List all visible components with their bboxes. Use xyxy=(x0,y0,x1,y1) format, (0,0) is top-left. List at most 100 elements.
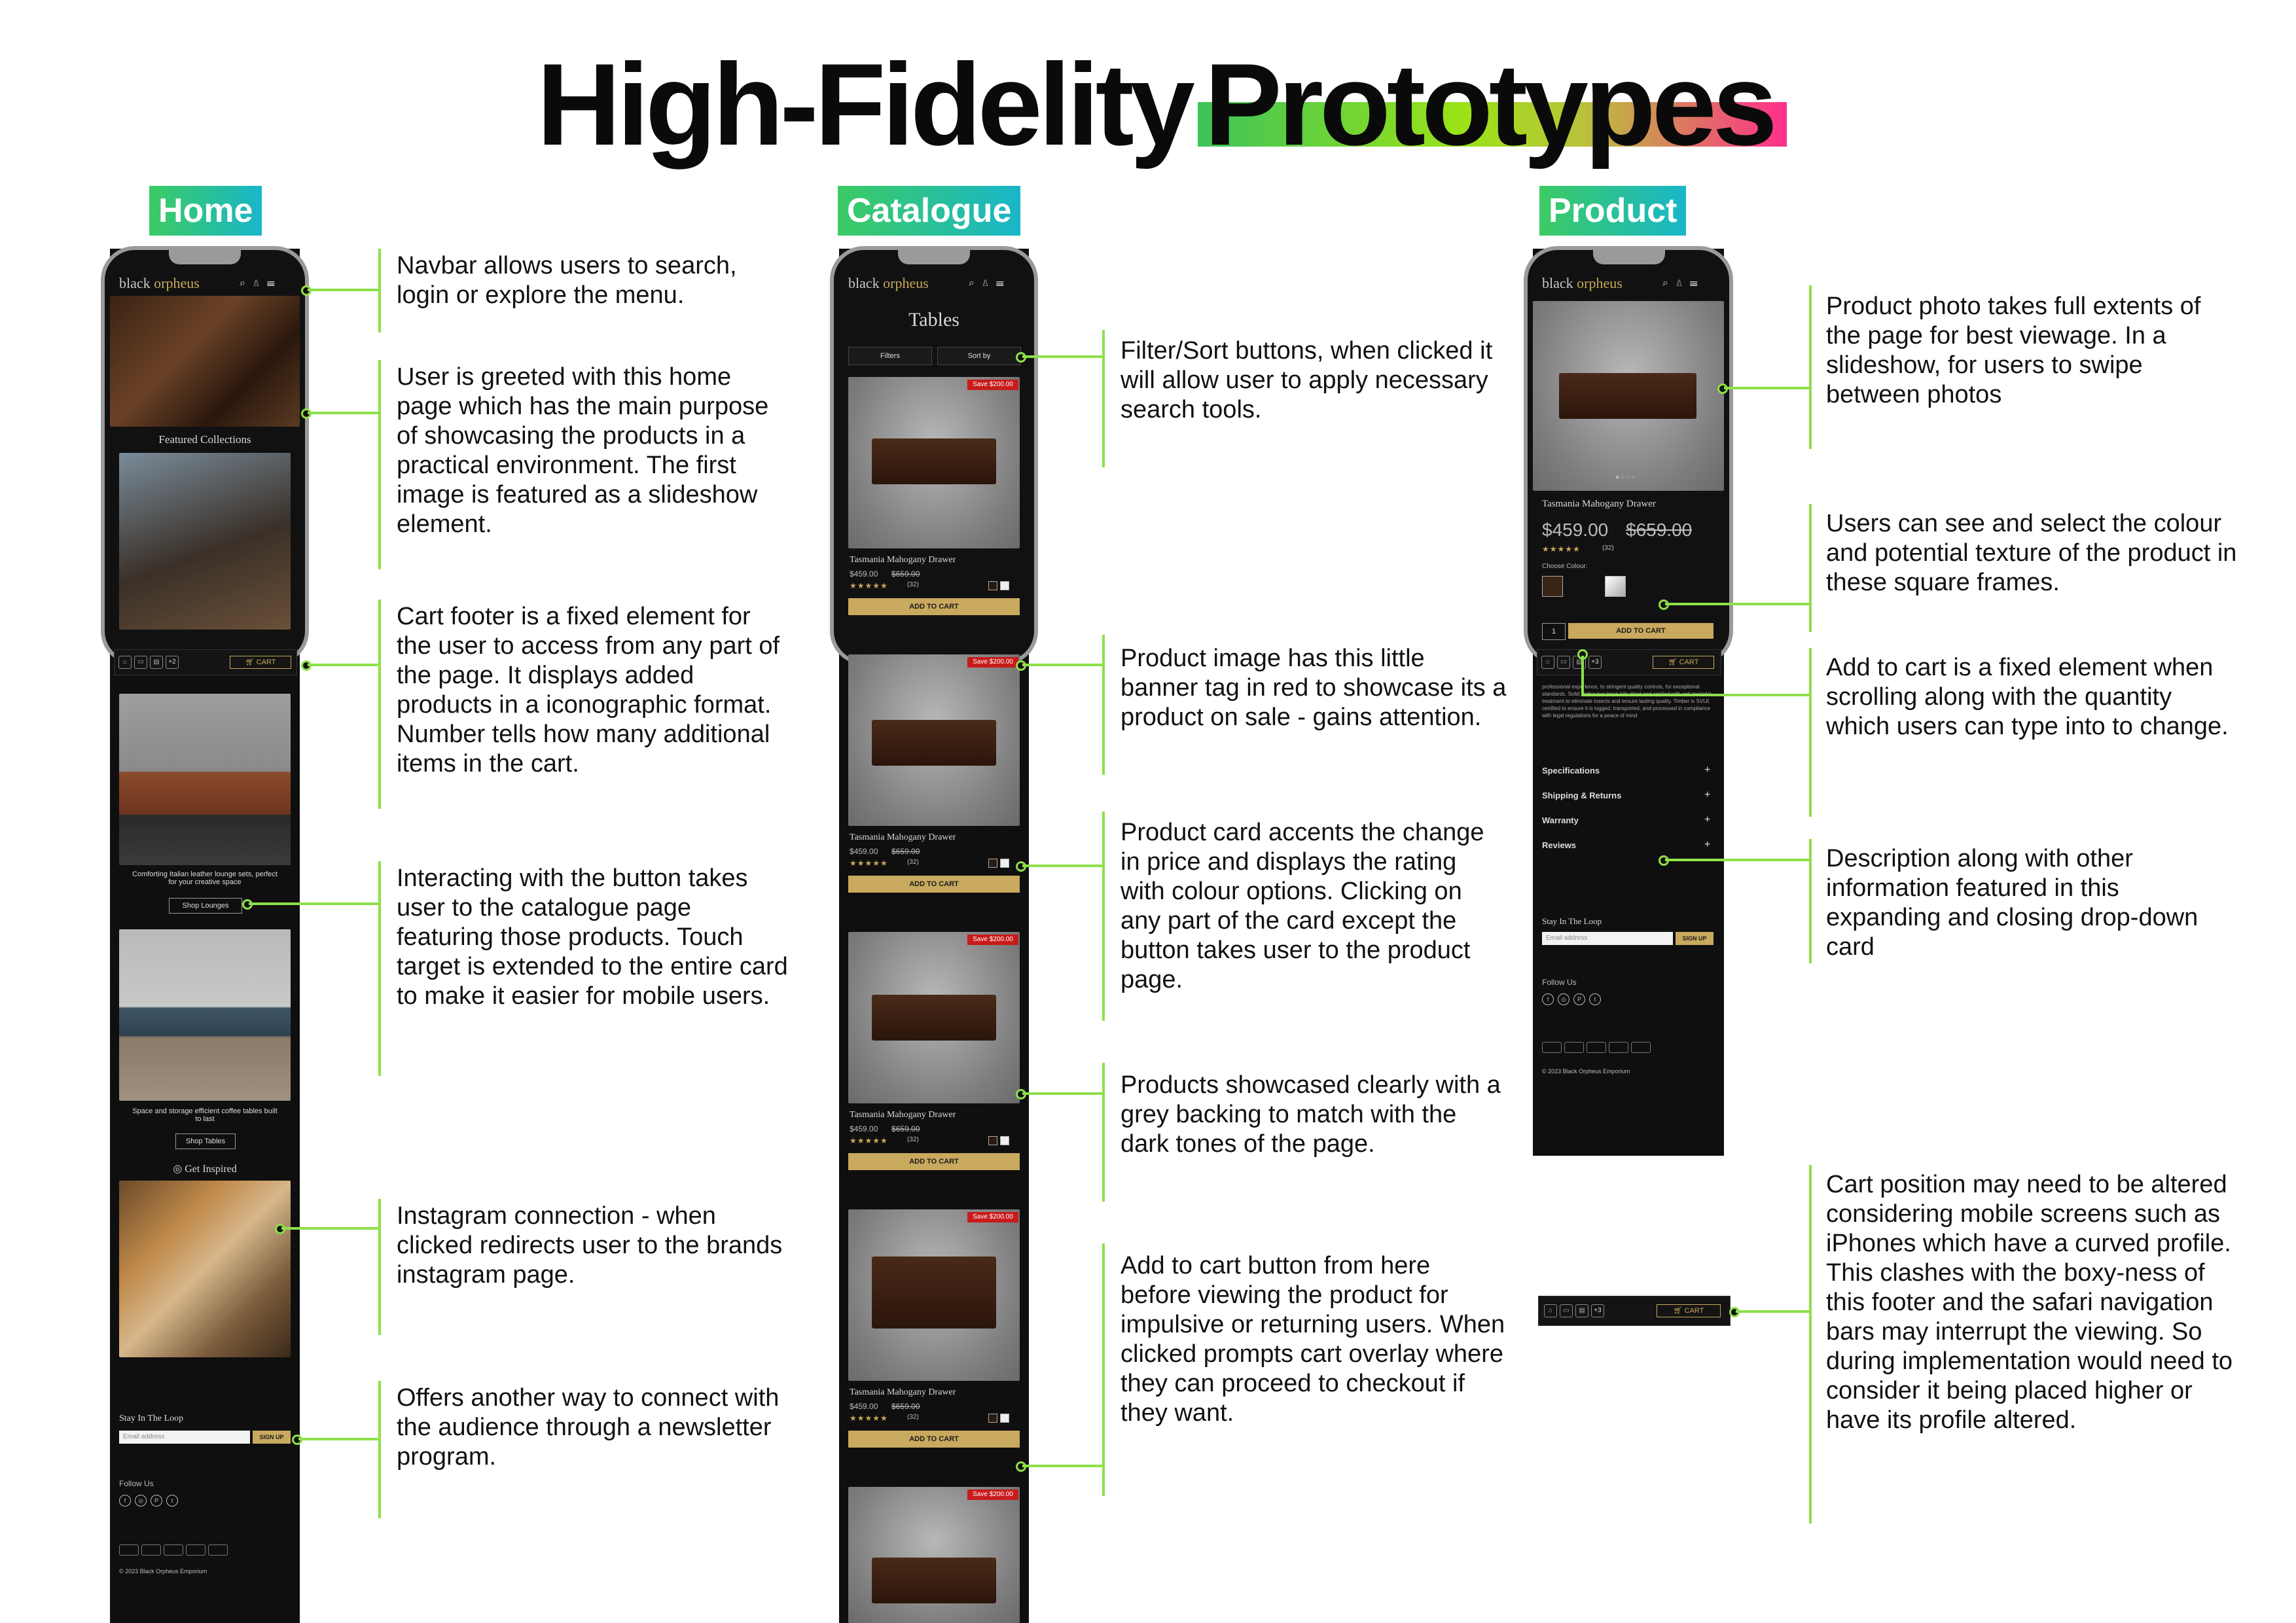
plus-icon[interactable]: + xyxy=(1704,839,1710,851)
add-to-cart-button[interactable]: ADD TO CART xyxy=(848,876,1020,893)
copyright: © 2023 Black Orpheus Emporium xyxy=(119,1568,207,1575)
plus-icon[interactable]: + xyxy=(1704,814,1710,826)
annotation-line xyxy=(308,289,380,291)
pinterest-icon[interactable]: P xyxy=(151,1495,162,1507)
add-to-cart-button[interactable]: ADD TO CART xyxy=(848,598,1020,615)
lounge-image[interactable] xyxy=(119,694,291,865)
twitter-icon[interactable]: t xyxy=(166,1495,178,1507)
annotation-line xyxy=(1022,664,1103,666)
twitter-icon[interactable]: t xyxy=(1589,993,1601,1005)
accordion-shipping[interactable]: Shipping & Returns xyxy=(1542,791,1621,800)
plus-icon[interactable]: + xyxy=(1704,789,1710,801)
product-photo xyxy=(872,438,996,484)
cart-button[interactable]: 🛒︎ CART xyxy=(1653,656,1714,669)
facebook-icon[interactable]: f xyxy=(1542,993,1554,1005)
product-price: $459.00 xyxy=(850,1402,878,1411)
annotation-line xyxy=(298,1438,380,1440)
plus-icon[interactable]: + xyxy=(1704,764,1710,776)
colour-swatch[interactable] xyxy=(988,1136,997,1145)
instagram-icon[interactable]: ◎ xyxy=(135,1495,147,1507)
cart-footer[interactable]: ⌂ ▭ ▤ +2 🛒︎ CART xyxy=(114,649,297,675)
accordion-warranty[interactable]: Warranty xyxy=(1542,815,1579,825)
cart-item-icon: ▤ xyxy=(150,656,163,669)
cart-button[interactable]: 🛒︎ CART xyxy=(1657,1304,1721,1317)
product-name[interactable]: Tasmania Mahogany Drawer xyxy=(850,832,956,843)
annotation-line xyxy=(1022,355,1103,358)
signup-button[interactable]: SIGN UP xyxy=(253,1431,291,1444)
add-to-cart-button[interactable]: ADD TO CART xyxy=(1568,623,1713,639)
navbar-icons: ⌕♙☰ xyxy=(1662,277,1704,289)
add-to-cart-button[interactable]: ADD TO CART xyxy=(848,1431,1020,1448)
brand-logo[interactable]: black orpheus xyxy=(1542,275,1623,292)
newsletter-email-input[interactable]: Email address xyxy=(1542,932,1673,945)
colour-swatch[interactable] xyxy=(988,1414,997,1423)
page-title: High-Fidelity Prototypes xyxy=(0,39,2296,170)
colour-swatch-dark[interactable] xyxy=(1542,576,1563,597)
navbar-icons: ⌕♙☰ xyxy=(969,277,1011,289)
search-icon[interactable]: ⌕ xyxy=(1662,277,1675,289)
brand-logo[interactable]: black orpheus xyxy=(848,275,929,292)
user-icon[interactable]: ♙ xyxy=(1675,277,1690,289)
shop-tables-button[interactable]: Shop Tables xyxy=(175,1133,236,1149)
product-name[interactable]: Tasmania Mahogany Drawer xyxy=(850,555,956,565)
user-icon[interactable]: ♙ xyxy=(981,277,996,289)
menu-icon[interactable]: ☰ xyxy=(996,277,1011,289)
annotation-bracket xyxy=(1809,648,1812,817)
catalogue-heading: Tables xyxy=(908,309,960,330)
applepay-icon xyxy=(1609,1042,1628,1053)
rating-stars: ★★★★★ xyxy=(850,859,888,868)
cart-item-icon: ▭ xyxy=(1557,656,1570,669)
accordion-reviews[interactable]: Reviews xyxy=(1542,840,1576,850)
instagram-grid[interactable] xyxy=(119,1181,291,1357)
annotation-line xyxy=(1724,387,1810,389)
product-name[interactable]: Tasmania Mahogany Drawer xyxy=(850,1110,956,1120)
filters-button[interactable]: Filters xyxy=(848,347,932,365)
colour-swatch[interactable] xyxy=(988,581,997,590)
quantity-input[interactable]: 1 xyxy=(1542,623,1566,640)
mastercard-icon xyxy=(1564,1042,1584,1053)
brand-logo[interactable]: black orpheus xyxy=(119,275,200,292)
hero-slideshow-image[interactable] xyxy=(110,296,300,427)
newsletter-email-input[interactable]: Email address xyxy=(119,1431,250,1444)
search-icon[interactable]: ⌕ xyxy=(969,277,981,289)
tables-caption: Space and storage efficient coffee table… xyxy=(132,1107,278,1123)
annotation-bracket xyxy=(1809,285,1812,449)
annotation-cart-position: Cart position may need to be altered con… xyxy=(1826,1171,2233,1434)
accordion-specifications[interactable]: Specifications xyxy=(1542,766,1600,776)
colour-swatch-light[interactable] xyxy=(1605,576,1626,597)
signup-button[interactable]: SIGN UP xyxy=(1676,932,1713,945)
cart-item-icon: ▭ xyxy=(134,656,147,669)
colour-swatch[interactable] xyxy=(1000,581,1009,590)
instagram-heading[interactable]: ◎ Get Inspired xyxy=(110,1162,300,1175)
user-icon[interactable]: ♙ xyxy=(252,277,267,289)
colour-swatch[interactable] xyxy=(1000,859,1009,868)
annotation-bracket xyxy=(1102,1063,1105,1202)
product-price: $459.00 xyxy=(1542,520,1609,540)
cart-footer[interactable]: ⌂ ▭ ▤ +3 🛒︎ CART xyxy=(1537,649,1721,675)
sort-button[interactable]: Sort by xyxy=(937,347,1021,365)
menu-icon[interactable]: ☰ xyxy=(1690,277,1704,289)
instagram-icon[interactable]: ◎ xyxy=(1558,993,1570,1005)
product-price: $459.00 xyxy=(850,847,878,856)
cart-button[interactable]: 🛒︎ CART xyxy=(230,656,291,669)
featured-room-image[interactable] xyxy=(119,453,291,630)
facebook-icon[interactable]: f xyxy=(119,1495,131,1507)
alt-cart-footer[interactable]: ⌂ ▭ ▤ +3 🛒︎ CART xyxy=(1538,1296,1731,1326)
product-photo xyxy=(872,1257,996,1329)
search-icon[interactable]: ⌕ xyxy=(240,277,252,289)
amex-icon xyxy=(208,1544,228,1556)
shop-lounges-button[interactable]: Shop Lounges xyxy=(169,898,242,914)
colour-swatch[interactable] xyxy=(988,859,997,868)
slideshow-dots[interactable]: ●○○○ xyxy=(1615,474,1636,481)
cart-icon: 🛒︎ xyxy=(1673,1307,1685,1315)
mastercard-icon xyxy=(141,1544,161,1556)
pinterest-icon[interactable]: P xyxy=(1573,993,1585,1005)
colour-swatch[interactable] xyxy=(1000,1136,1009,1145)
follow-us-label: Follow Us xyxy=(119,1479,154,1488)
add-to-cart-button[interactable]: ADD TO CART xyxy=(848,1153,1020,1170)
colour-swatch[interactable] xyxy=(1000,1414,1009,1423)
product-photo xyxy=(872,995,996,1041)
product-name[interactable]: Tasmania Mahogany Drawer xyxy=(850,1387,956,1398)
tables-image[interactable] xyxy=(119,929,291,1101)
menu-icon[interactable]: ☰ xyxy=(267,277,281,289)
